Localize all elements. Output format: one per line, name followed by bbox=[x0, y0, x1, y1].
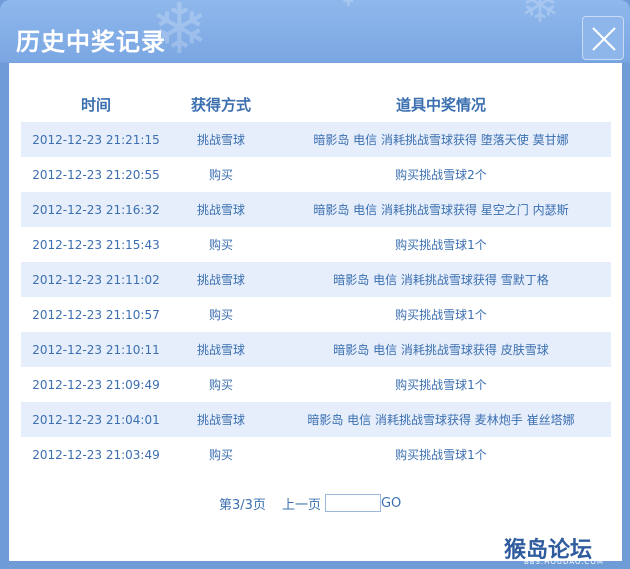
cell-method: 挑战雪球 bbox=[171, 192, 271, 227]
table-row: 2012-12-23 21:10:57 购买 购买挑战雪球1个 bbox=[21, 297, 611, 332]
cell-detail: 暗影岛 电信 消耗挑战雪球获得 星空之门 内瑟斯 bbox=[271, 192, 611, 227]
cell-method: 挑战雪球 bbox=[171, 332, 271, 367]
dialog-title: 历史中奖记录 bbox=[16, 28, 166, 56]
cell-time: 2012-12-23 21:04:01 bbox=[21, 402, 171, 437]
cell-detail: 购买挑战雪球1个 bbox=[271, 367, 611, 402]
close-icon bbox=[592, 27, 616, 51]
table-row: 2012-12-23 21:16:32 挑战雪球 暗影岛 电信 消耗挑战雪球获得… bbox=[21, 192, 611, 227]
snowflake-decoration: ❄ bbox=[330, 0, 367, 14]
cell-time: 2012-12-23 21:03:49 bbox=[21, 437, 171, 472]
content-panel: 时间 获得方式 道具中奖情况 2012-12-23 21:21:15 挑战雪球 … bbox=[9, 63, 622, 561]
cell-time: 2012-12-23 21:09:49 bbox=[21, 367, 171, 402]
watermark-url: BBS.HOUDAO.COM bbox=[524, 558, 604, 566]
cell-method: 购买 bbox=[171, 437, 271, 472]
header-detail: 道具中奖情况 bbox=[395, 96, 486, 114]
prize-history-table: 时间 获得方式 道具中奖情况 2012-12-23 21:21:15 挑战雪球 … bbox=[21, 87, 611, 472]
header-time: 时间 bbox=[80, 96, 111, 114]
page-number-input[interactable] bbox=[324, 494, 381, 512]
table-row: 2012-12-23 21:20:55 购买 购买挑战雪球2个 bbox=[21, 157, 611, 192]
cell-method: 挑战雪球 bbox=[171, 262, 271, 297]
cell-detail: 购买挑战雪球1个 bbox=[271, 297, 611, 332]
site-watermark: 猴岛论坛 BBS.HOUDAO.COM bbox=[504, 532, 628, 568]
cell-method: 挑战雪球 bbox=[171, 402, 271, 437]
table-row: 2012-12-23 21:21:15 挑战雪球 暗影岛 电信 消耗挑战雪球获得… bbox=[21, 122, 611, 157]
cell-time: 2012-12-23 21:10:11 bbox=[21, 332, 171, 367]
cell-method: 购买 bbox=[171, 157, 271, 192]
cell-method: 购买 bbox=[171, 227, 271, 262]
prev-page-link[interactable]: 上一页 bbox=[282, 494, 321, 513]
table-header-row: 时间 获得方式 道具中奖情况 bbox=[21, 87, 611, 122]
cell-detail: 暗影岛 电信 消耗挑战雪球获得 堕落天使 莫甘娜 bbox=[271, 122, 611, 157]
cell-method: 挑战雪球 bbox=[171, 122, 271, 157]
cell-method: 购买 bbox=[171, 297, 271, 332]
cell-detail: 暗影岛 电信 消耗挑战雪球获得 皮肤雪球 bbox=[271, 332, 611, 367]
table-row: 2012-12-23 21:10:11 挑战雪球 暗影岛 电信 消耗挑战雪球获得… bbox=[21, 332, 611, 367]
close-button[interactable] bbox=[582, 16, 624, 60]
pagination: 第3/3页 上一页 GO bbox=[219, 493, 401, 513]
cell-method: 购买 bbox=[171, 367, 271, 402]
table-row: 2012-12-23 21:04:01 挑战雪球 暗影岛 电信 消耗挑战雪球获得… bbox=[21, 402, 611, 437]
go-button[interactable]: GO bbox=[381, 496, 401, 511]
cell-detail: 暗影岛 电信 消耗挑战雪球获得 麦林炮手 崔丝塔娜 bbox=[271, 402, 611, 437]
cell-detail: 购买挑战雪球1个 bbox=[271, 437, 611, 472]
cell-detail: 暗影岛 电信 消耗挑战雪球获得 雪默丁格 bbox=[271, 262, 611, 297]
snowflake-decoration: ❄ bbox=[520, 0, 561, 34]
cell-detail: 购买挑战雪球2个 bbox=[271, 157, 611, 192]
cell-time: 2012-12-23 21:11:02 bbox=[21, 262, 171, 297]
cell-time: 2012-12-23 21:10:57 bbox=[21, 297, 171, 332]
header-method: 获得方式 bbox=[190, 96, 251, 114]
cell-detail: 购买挑战雪球1个 bbox=[271, 227, 611, 262]
page-indicator: 第3/3页 bbox=[219, 497, 266, 513]
dialog: ❄ ❄ ❄ 历史中奖记录 时间 获得方式 道具中奖情况 bbox=[0, 0, 630, 569]
cell-time: 2012-12-23 21:16:32 bbox=[21, 192, 171, 227]
cell-time: 2012-12-23 21:20:55 bbox=[21, 157, 171, 192]
cell-time: 2012-12-23 21:21:15 bbox=[21, 122, 171, 157]
table-row: 2012-12-23 21:03:49 购买 购买挑战雪球1个 bbox=[21, 437, 611, 472]
table-row: 2012-12-23 21:15:43 购买 购买挑战雪球1个 bbox=[21, 227, 611, 262]
table-row: 2012-12-23 21:11:02 挑战雪球 暗影岛 电信 消耗挑战雪球获得… bbox=[21, 262, 611, 297]
cell-time: 2012-12-23 21:15:43 bbox=[21, 227, 171, 262]
table-row: 2012-12-23 21:09:49 购买 购买挑战雪球1个 bbox=[21, 367, 611, 402]
